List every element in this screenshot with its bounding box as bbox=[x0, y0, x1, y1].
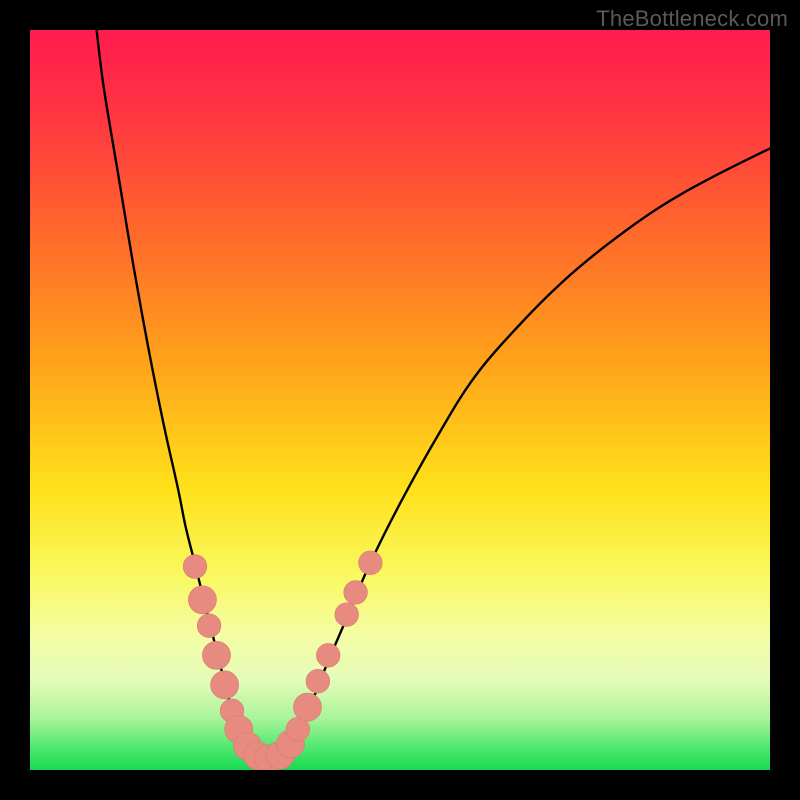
data-marker bbox=[359, 551, 383, 575]
data-marker bbox=[306, 669, 330, 693]
data-marker bbox=[293, 693, 321, 721]
plot-area bbox=[30, 30, 770, 770]
gradient-background bbox=[30, 30, 770, 770]
chart-frame: TheBottleneck.com bbox=[0, 0, 800, 800]
watermark-text: TheBottleneck.com bbox=[596, 6, 788, 32]
data-marker bbox=[316, 643, 340, 667]
plot-svg bbox=[30, 30, 770, 770]
data-marker bbox=[335, 603, 359, 627]
data-marker bbox=[197, 614, 221, 638]
data-marker bbox=[183, 555, 207, 579]
data-marker bbox=[202, 641, 230, 669]
data-marker bbox=[211, 671, 239, 699]
data-marker bbox=[188, 586, 216, 614]
data-marker bbox=[344, 581, 368, 605]
